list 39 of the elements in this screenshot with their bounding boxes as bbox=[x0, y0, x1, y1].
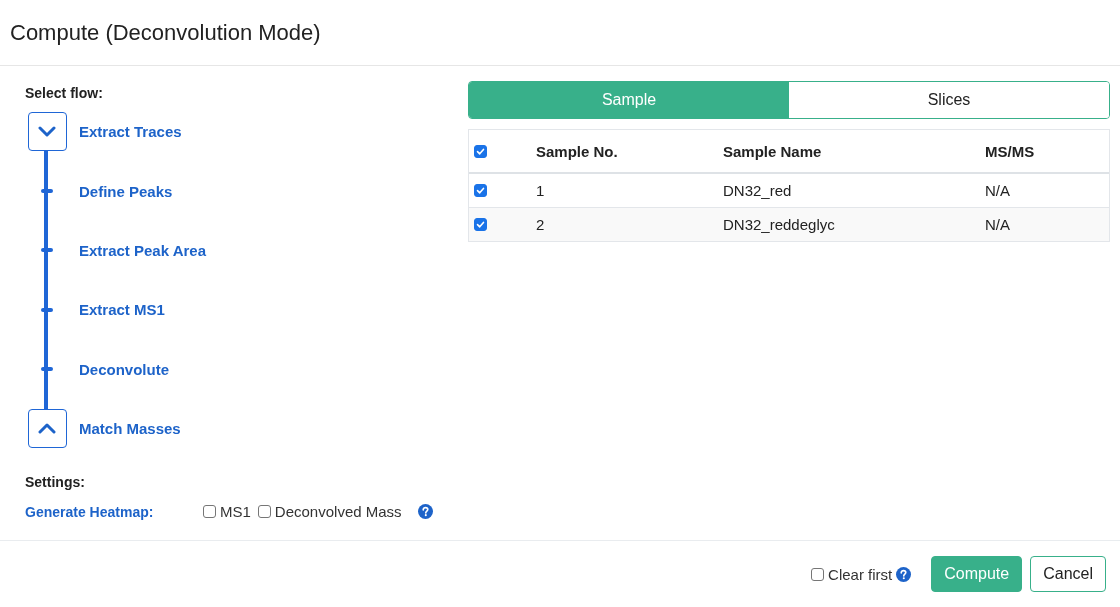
help-icon[interactable] bbox=[417, 504, 433, 520]
table-cell: 1 bbox=[536, 182, 545, 199]
flow-step-link[interactable]: Define Peaks bbox=[79, 182, 173, 200]
cancel-button[interactable]: Cancel bbox=[1030, 556, 1106, 592]
row-checkbox[interactable] bbox=[474, 218, 487, 231]
checkbox-label: MS1 bbox=[220, 503, 251, 521]
table-cell: N/A bbox=[985, 182, 1010, 199]
dialog-title: Compute (Deconvolution Mode) bbox=[10, 19, 321, 46]
table-cell: 2 bbox=[536, 216, 545, 233]
table-cell: N/A bbox=[985, 216, 1010, 233]
chevron-up-button[interactable] bbox=[27, 409, 67, 449]
select-all-checkbox[interactable] bbox=[474, 144, 487, 158]
chevron-down-icon bbox=[38, 126, 56, 138]
flow-step-link[interactable]: Extract Traces bbox=[79, 123, 182, 141]
flow-label: Select flow: bbox=[25, 85, 103, 102]
step-tick-icon bbox=[41, 367, 53, 372]
chevron-down-button[interactable] bbox=[27, 112, 67, 152]
settings-label: Settings: bbox=[25, 474, 85, 492]
heatmap-label: Generate Heatmap: bbox=[25, 503, 155, 520]
checkbox[interactable] bbox=[203, 505, 216, 519]
step-tick-icon bbox=[41, 248, 53, 253]
checkbox-label: Clear first bbox=[828, 565, 893, 583]
table-cell: DN32_red bbox=[723, 182, 792, 199]
chevron-up-icon bbox=[38, 423, 56, 435]
checkbox-label: Deconvolved Mass bbox=[274, 503, 402, 521]
help-icon[interactable] bbox=[896, 566, 912, 582]
flow-step-link[interactable]: Match Masses bbox=[79, 420, 181, 438]
row-checkbox[interactable] bbox=[474, 184, 487, 197]
flow-step-link[interactable]: Deconvolute bbox=[79, 360, 169, 378]
column-header: Sample Name bbox=[723, 142, 822, 160]
table-cell: DN32_reddeglyc bbox=[723, 216, 835, 233]
checkbox[interactable] bbox=[257, 505, 271, 519]
step-tick-icon bbox=[41, 307, 53, 312]
flow-step-link[interactable]: Extract Peak Area bbox=[79, 241, 207, 259]
step-tick-icon bbox=[41, 189, 53, 194]
flow-step-link[interactable]: Extract MS1 bbox=[79, 301, 165, 319]
column-header: MS/MS bbox=[985, 142, 1035, 160]
column-header: Sample No. bbox=[536, 142, 618, 160]
checkbox[interactable] bbox=[811, 567, 825, 581]
